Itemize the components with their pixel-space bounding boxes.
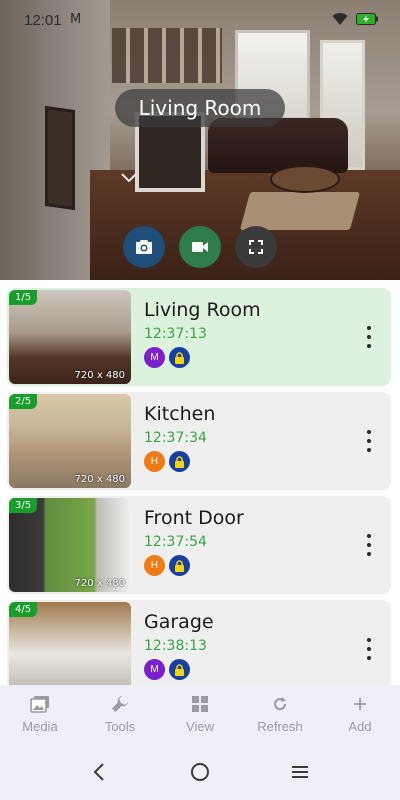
chevron-down-icon[interactable] (120, 172, 138, 184)
camera-time: 12:38:13 (144, 638, 207, 654)
lock-icon (169, 555, 190, 576)
snapshot-button[interactable] (123, 226, 165, 268)
video-icon (192, 242, 208, 252)
mode-badge: M (144, 347, 165, 368)
resolution-label: 720 x 480 (74, 578, 125, 589)
bottom-nav: Media Tools View Refresh Add (0, 685, 400, 745)
camera-name: Kitchen (144, 403, 216, 425)
nav-view-label: View (186, 719, 214, 734)
nav-media-label: Media (22, 719, 58, 734)
camera-time: 12:37:54 (144, 534, 207, 550)
back-icon[interactable] (92, 762, 106, 782)
mode-badge: H (144, 555, 165, 576)
resolution-label: 720 x 480 (74, 370, 125, 381)
camera-name: Living Room (144, 299, 261, 321)
camera-name: Front Door (144, 507, 244, 529)
more-options-icon[interactable] (361, 324, 377, 350)
camera-card[interactable]: 720 x 480 1/5 Living Room 12:37:13 M (7, 288, 391, 386)
wrench-icon (112, 696, 128, 712)
plus-icon (354, 698, 366, 710)
nav-view-button[interactable]: View (170, 693, 230, 734)
nav-refresh-label: Refresh (257, 719, 303, 734)
lock-icon (169, 451, 190, 472)
status-icons (332, 12, 378, 26)
camera-list[interactable]: 720 x 480 1/5 Living Room 12:37:13 M 720… (0, 280, 400, 685)
recents-icon[interactable] (291, 762, 309, 782)
nav-tools-button[interactable]: Tools (90, 693, 150, 734)
image-icon (30, 696, 49, 713)
lock-icon (169, 659, 190, 680)
camera-time: 12:37:34 (144, 430, 207, 446)
status-time: 12:01 (24, 12, 62, 29)
mode-badge: H (144, 451, 165, 472)
lock-icon (169, 347, 190, 368)
more-options-icon[interactable] (361, 636, 377, 662)
refresh-icon (274, 697, 287, 711)
camera-card[interactable]: 720 x 480 3/5 Front Door 12:37:54 H (7, 496, 391, 594)
live-scene-picture (45, 105, 75, 211)
system-nav-bar (0, 745, 400, 800)
camera-counter: 1/5 (9, 290, 38, 305)
live-camera-title: Living Room (115, 89, 285, 127)
notification-icon: M (70, 12, 82, 27)
camera-name: Garage (144, 611, 214, 633)
camera-counter: 3/5 (9, 498, 38, 513)
nav-media-button[interactable]: Media (10, 693, 70, 734)
camera-badges: M (144, 347, 190, 368)
camera-card[interactable]: 4/5 Garage 12:38:13 M (7, 600, 391, 685)
mode-badge: M (144, 659, 165, 680)
live-scene-shelf (112, 28, 222, 83)
record-button[interactable] (179, 226, 221, 268)
camera-time: 12:37:13 (144, 326, 207, 342)
nav-tools-label: Tools (104, 719, 136, 734)
live-scene-table (270, 165, 340, 193)
camera-card[interactable]: 720 x 480 2/5 Kitchen 12:37:34 H (7, 392, 391, 490)
camera-badges: H (144, 451, 190, 472)
wifi-icon (332, 13, 348, 25)
camera-counter: 4/5 (9, 602, 38, 617)
fullscreen-icon (249, 240, 263, 254)
more-options-icon[interactable] (361, 532, 377, 558)
resolution-label: 720 x 480 (74, 474, 125, 485)
nav-add-button[interactable]: Add (330, 693, 390, 734)
camera-badges: H (144, 555, 190, 576)
camera-icon (136, 240, 152, 254)
grid-icon (192, 696, 208, 712)
fullscreen-button[interactable] (235, 226, 277, 268)
camera-badges: M (144, 659, 190, 680)
nav-add-label: Add (348, 719, 372, 734)
nav-refresh-button[interactable]: Refresh (250, 693, 310, 734)
live-camera-view[interactable]: 12:01 M Living Room (0, 0, 400, 280)
more-options-icon[interactable] (361, 428, 377, 454)
live-scene-rug (239, 192, 361, 230)
battery-icon (356, 13, 378, 25)
camera-counter: 2/5 (9, 394, 38, 409)
home-icon[interactable] (189, 762, 211, 782)
